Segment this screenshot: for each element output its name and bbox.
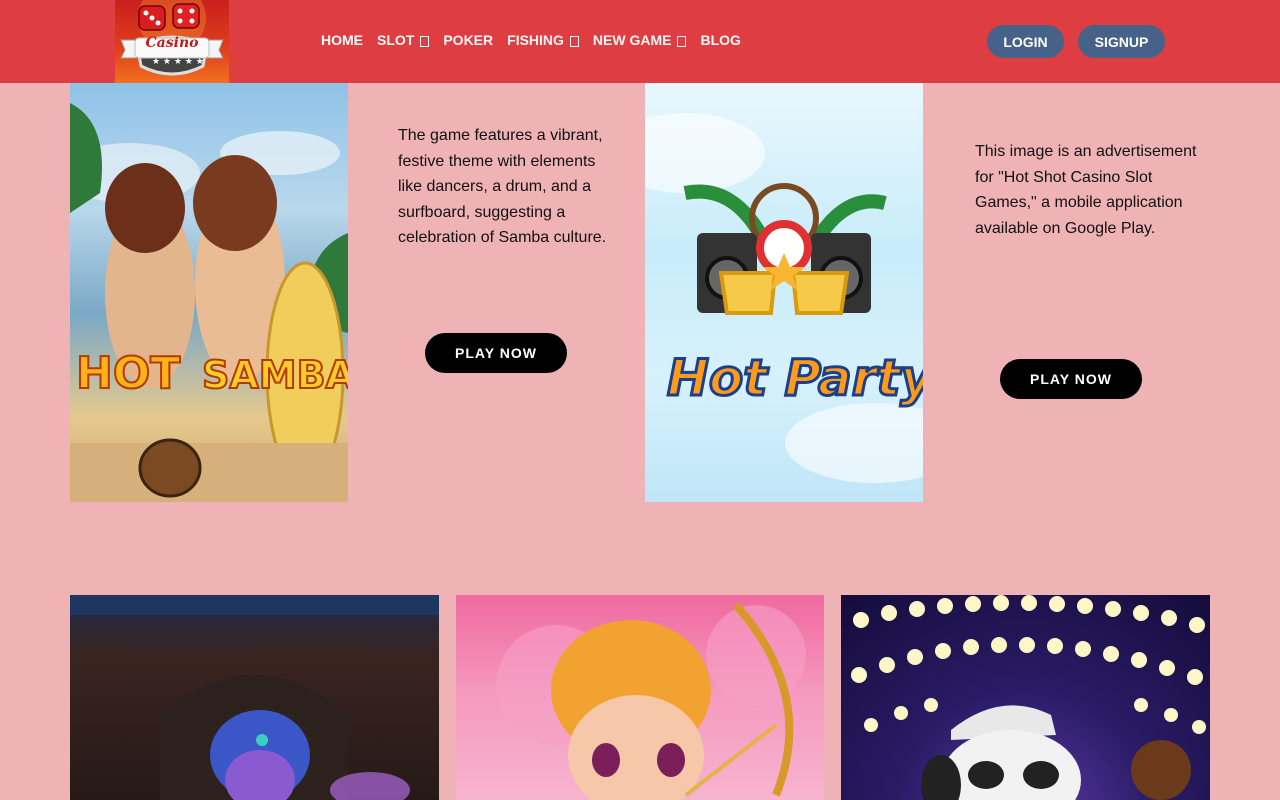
casino-logo[interactable]: ★ ★ ★ ★ ★ Casino (115, 0, 229, 83)
dropdown-icon (420, 35, 430, 47)
hot-party-game-image[interactable]: Hot Party (645, 83, 923, 502)
login-button[interactable]: LOGIN (987, 25, 1064, 58)
svg-text:SAMBA: SAMBA (202, 353, 348, 397)
nav-home-label: HOME (321, 32, 363, 48)
svg-text:HOT: HOT (76, 348, 180, 399)
panda-game-thumbnail[interactable] (841, 595, 1210, 800)
hot-samba-game-image[interactable]: HOT SAMBA (70, 83, 348, 502)
site-header: ★ ★ ★ ★ ★ Casino HOME SLOT POKER FISHING… (0, 0, 1280, 83)
dropdown-icon (569, 35, 579, 47)
dropdown-icon (677, 35, 687, 47)
main-nav: HOME SLOT POKER FISHING NEW GAME BLOG (321, 32, 741, 48)
signup-button[interactable]: SIGNUP (1078, 25, 1165, 58)
cupid-game-thumbnail[interactable] (456, 595, 824, 800)
play-now-button[interactable]: PLAY NOW (425, 333, 567, 373)
nav-new-game[interactable]: NEW GAME (593, 32, 687, 48)
nav-poker[interactable]: POKER (443, 32, 493, 48)
svg-text:Hot Party: Hot Party (667, 349, 923, 407)
hot-party-description: This image is an advertisement for "Hot … (975, 143, 1197, 237)
hot-samba-description: The game features a vibrant, festive the… (398, 127, 607, 246)
nav-new-game-label: NEW GAME (592, 32, 672, 48)
play-now-button[interactable]: PLAY NOW (1000, 359, 1142, 399)
logo-text: Casino (145, 35, 199, 51)
nav-home[interactable]: HOME (321, 32, 363, 48)
nav-slot-label: SLOT (377, 32, 415, 48)
nav-fishing[interactable]: FISHING (507, 32, 579, 48)
nav-fishing-label: FISHING (507, 32, 564, 48)
nav-blog-label: BLOG (700, 32, 741, 48)
nav-blog[interactable]: BLOG (700, 32, 740, 48)
nav-slot[interactable]: SLOT (377, 32, 430, 48)
genie-game-thumbnail[interactable] (70, 595, 439, 800)
nav-poker-label: POKER (443, 32, 494, 48)
